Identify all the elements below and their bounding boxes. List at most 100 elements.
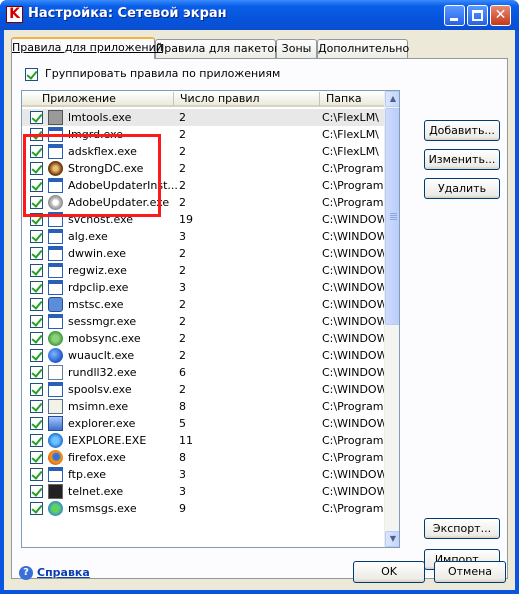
app-name: dwwin.exe (68, 247, 127, 260)
app-folder: C:\WINDOWS\sy (322, 468, 384, 481)
app-folder: C:\Program Files (322, 434, 384, 447)
rule-count: 2 (179, 332, 186, 345)
rule-enabled-checkbox[interactable] (30, 451, 43, 464)
table-row[interactable]: firefox.exe 8 C:\Program Files (22, 449, 384, 466)
table-row[interactable]: explorer.exe 5 C:\WINDOWS\ (22, 415, 384, 432)
table-row[interactable]: ftp.exe 3 C:\WINDOWS\sy (22, 466, 384, 483)
minimize-icon (450, 18, 458, 21)
app-folder: C:\Program Files (322, 162, 384, 175)
delete-button[interactable]: Удалить (424, 178, 500, 199)
rule-enabled-checkbox[interactable] (30, 230, 43, 243)
rule-enabled-checkbox[interactable] (30, 315, 43, 328)
column-header-rule-count[interactable]: Число правил (173, 92, 319, 106)
table-row[interactable]: IEXPLORE.EXE 11 C:\Program Files (22, 432, 384, 449)
rule-enabled-checkbox[interactable] (30, 383, 43, 396)
column-header-application[interactable]: Приложение (36, 92, 176, 106)
rule-count: 5 (179, 417, 186, 430)
title-bar[interactable]: K Настройка: Сетевой экран ✕ (0, 0, 519, 30)
tab-zones[interactable]: Зоны (276, 39, 317, 58)
app-folder: C:\WINDOWS\sy (322, 298, 384, 311)
file-icon (48, 365, 63, 380)
rule-count: 11 (179, 434, 193, 447)
rule-count: 2 (179, 145, 186, 158)
table-row[interactable]: rdpclip.exe 3 C:\WINDOWS\sy (22, 279, 384, 296)
rule-count: 8 (179, 400, 186, 413)
table-row[interactable]: dwwin.exe 2 C:\WINDOWS\sy (22, 245, 384, 262)
mail-icon (48, 399, 63, 414)
rule-enabled-checkbox[interactable] (30, 468, 43, 481)
rule-enabled-checkbox[interactable] (30, 111, 43, 124)
rule-count: 3 (179, 230, 186, 243)
dialog-client: Правила для приложений Правила для пакет… (4, 30, 515, 590)
rule-enabled-checkbox[interactable] (30, 332, 43, 345)
app-folder: C:\Program Files (322, 502, 384, 515)
rule-enabled-checkbox[interactable] (30, 281, 43, 294)
ok-button[interactable]: OK (353, 561, 425, 583)
app-name: lmtools.exe (68, 111, 132, 124)
table-row[interactable]: regwiz.exe 2 C:\WINDOWS\sy (22, 262, 384, 279)
vertical-scrollbar[interactable]: ▲ ▼ (384, 91, 399, 547)
app-name: msmsgs.exe (68, 502, 137, 515)
app-folder: C:\WINDOWS\sy (322, 315, 384, 328)
rule-count: 2 (179, 315, 186, 328)
close-button[interactable]: ✕ (490, 5, 511, 26)
minimize-button[interactable] (444, 5, 465, 26)
cancel-button[interactable]: Отмена (434, 561, 506, 583)
window-icon (48, 314, 63, 329)
rule-count: 3 (179, 468, 186, 481)
window-icon (48, 382, 63, 397)
table-row[interactable]: alg.exe 3 C:\WINDOWS\sy (22, 228, 384, 245)
export-button[interactable]: Экспорт... (424, 518, 500, 539)
table-row[interactable]: mstsc.exe 2 C:\WINDOWS\sy (22, 296, 384, 313)
window-icon (48, 280, 63, 295)
table-row[interactable]: wuauclt.exe 2 C:\WINDOWS\sy (22, 347, 384, 364)
maximize-icon (472, 10, 483, 21)
scroll-thumb[interactable] (385, 108, 399, 325)
tab-packet-rules[interactable]: Правила для пакетов (155, 39, 281, 58)
rule-enabled-checkbox[interactable] (30, 366, 43, 379)
tab-advanced[interactable]: Дополнительно (317, 39, 409, 58)
edit-button[interactable]: Изменить... (424, 149, 500, 170)
rule-enabled-checkbox[interactable] (30, 417, 43, 430)
help-link[interactable]: Справка (37, 566, 90, 579)
group-by-app-option[interactable]: Группировать правила по приложениям (25, 67, 280, 81)
app-folder: C:\FlexLM\ (322, 111, 379, 124)
maximize-button[interactable] (467, 5, 488, 26)
list-header: Приложение Число правил Папка (22, 91, 384, 107)
table-row[interactable]: rundll32.exe 6 C:\WINDOWS\sy (22, 364, 384, 381)
rule-enabled-checkbox[interactable] (30, 502, 43, 515)
scroll-up-button[interactable]: ▲ (385, 91, 399, 107)
rule-count: 2 (179, 349, 186, 362)
rule-enabled-checkbox[interactable] (30, 349, 43, 362)
app-name: mstsc.exe (68, 298, 124, 311)
rule-count: 2 (179, 264, 186, 277)
app-folder: C:\FlexLM\ (322, 128, 379, 141)
rule-enabled-checkbox[interactable] (30, 434, 43, 447)
rule-enabled-checkbox[interactable] (30, 400, 43, 413)
column-header-folder[interactable]: Папка (319, 92, 384, 106)
firefox-icon (48, 450, 63, 465)
app-name: firefox.exe (68, 451, 126, 464)
rule-enabled-checkbox[interactable] (30, 485, 43, 498)
table-row[interactable]: sessmgr.exe 2 C:\WINDOWS\sy (22, 313, 384, 330)
table-row[interactable]: msmsgs.exe 9 C:\Program Files (22, 500, 384, 517)
app-folder: C:\WINDOWS\sy (322, 264, 384, 277)
app-name: regwiz.exe (68, 264, 127, 277)
table-row[interactable]: lmtools.exe 2 C:\FlexLM\ (22, 109, 384, 126)
rule-enabled-checkbox[interactable] (30, 264, 43, 277)
tab-app-rules[interactable]: Правила для приложений (11, 37, 163, 59)
scroll-down-button[interactable]: ▼ (385, 531, 399, 547)
rule-enabled-checkbox[interactable] (30, 298, 43, 311)
app-folder: C:\WINDOWS\sy (322, 332, 384, 345)
app-name: wuauclt.exe (68, 349, 135, 362)
rule-enabled-checkbox[interactable] (30, 247, 43, 260)
app-name: explorer.exe (68, 417, 136, 430)
table-row[interactable]: spoolsv.exe 2 C:\WINDOWS\sy (22, 381, 384, 398)
table-row[interactable]: msimn.exe 8 C:\Program Files (22, 398, 384, 415)
window-title: Настройка: Сетевой экран (28, 6, 227, 21)
app-folder: C:\WINDOWS\sy (322, 281, 384, 294)
add-button[interactable]: Добавить... (424, 120, 500, 141)
table-row[interactable]: mobsync.exe 2 C:\WINDOWS\sy (22, 330, 384, 347)
group-by-app-checkbox[interactable] (25, 67, 38, 81)
table-row[interactable]: telnet.exe 3 C:\WINDOWS\sy (22, 483, 384, 500)
